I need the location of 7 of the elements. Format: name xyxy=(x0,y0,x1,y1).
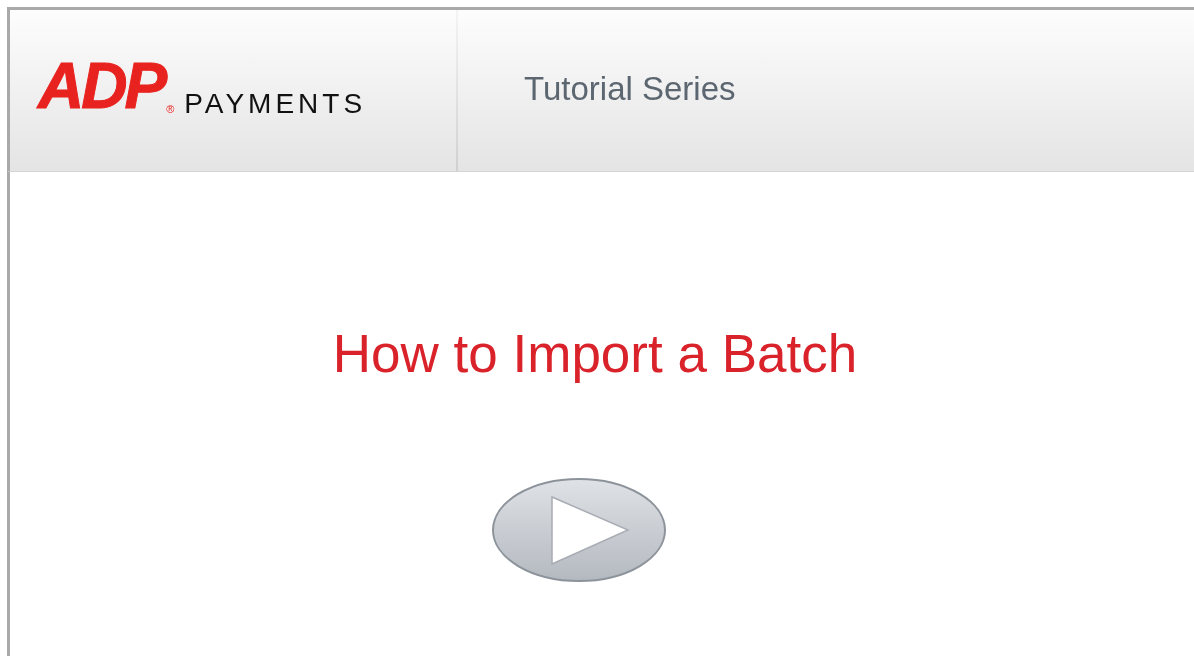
play-icon xyxy=(551,495,630,566)
play-button[interactable] xyxy=(490,476,668,584)
logo-mark: ADP xyxy=(38,54,165,117)
series-title: Tutorial Series xyxy=(524,69,736,108)
product-name: PAYMENTS xyxy=(184,88,367,119)
registered-mark: ® xyxy=(166,102,175,115)
tutorial-title: How to Import a Batch xyxy=(332,323,858,385)
